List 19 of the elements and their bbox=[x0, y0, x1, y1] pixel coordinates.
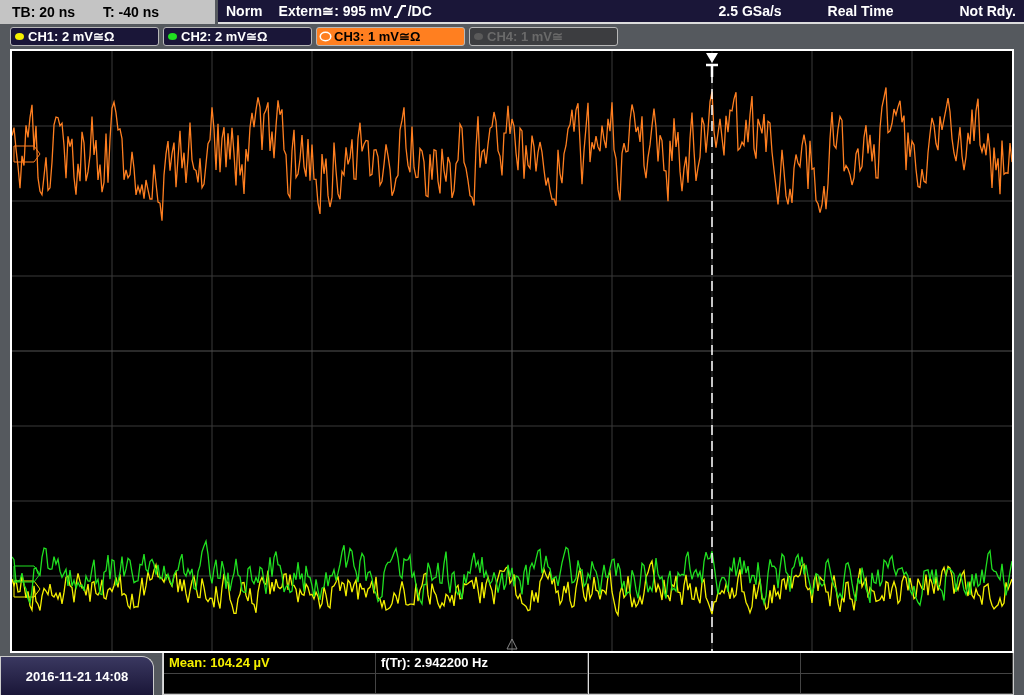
measurement-readout: f(Tr): 2.942200 Hz bbox=[381, 655, 488, 671]
acquisition-state: Not Rdy. bbox=[959, 2, 1016, 19]
channel-marker-icon bbox=[13, 145, 41, 163]
channel-marker-icon bbox=[13, 565, 41, 583]
date-time: 2016-11-21 14:08 bbox=[0, 656, 154, 695]
trigger-coupling: /DC bbox=[407, 2, 432, 19]
trigger-position-icon bbox=[506, 638, 518, 650]
trigger-time-readout: T: -40 ns bbox=[103, 3, 160, 20]
trigger-source: Extern≅: 995 mV bbox=[278, 2, 392, 19]
channel-marker-icon bbox=[13, 580, 41, 598]
acquisition-mode: Real Time bbox=[827, 2, 894, 19]
timebase-readout: TB: 20 ns bbox=[12, 3, 75, 20]
channel-button[interactable]: CH1: 2 mV≅Ω bbox=[10, 26, 159, 46]
rising-edge-icon bbox=[393, 3, 406, 18]
sample-rate: 2.5 GSa/s bbox=[718, 2, 782, 19]
channel-button[interactable]: CH3: 1 mV≅Ω bbox=[316, 26, 465, 46]
channel-button[interactable]: CH2: 2 mV≅Ω bbox=[163, 26, 312, 46]
measurement-readout: Mean: 104.24 µV bbox=[169, 655, 270, 671]
trigger-mode: Norm bbox=[226, 2, 263, 19]
